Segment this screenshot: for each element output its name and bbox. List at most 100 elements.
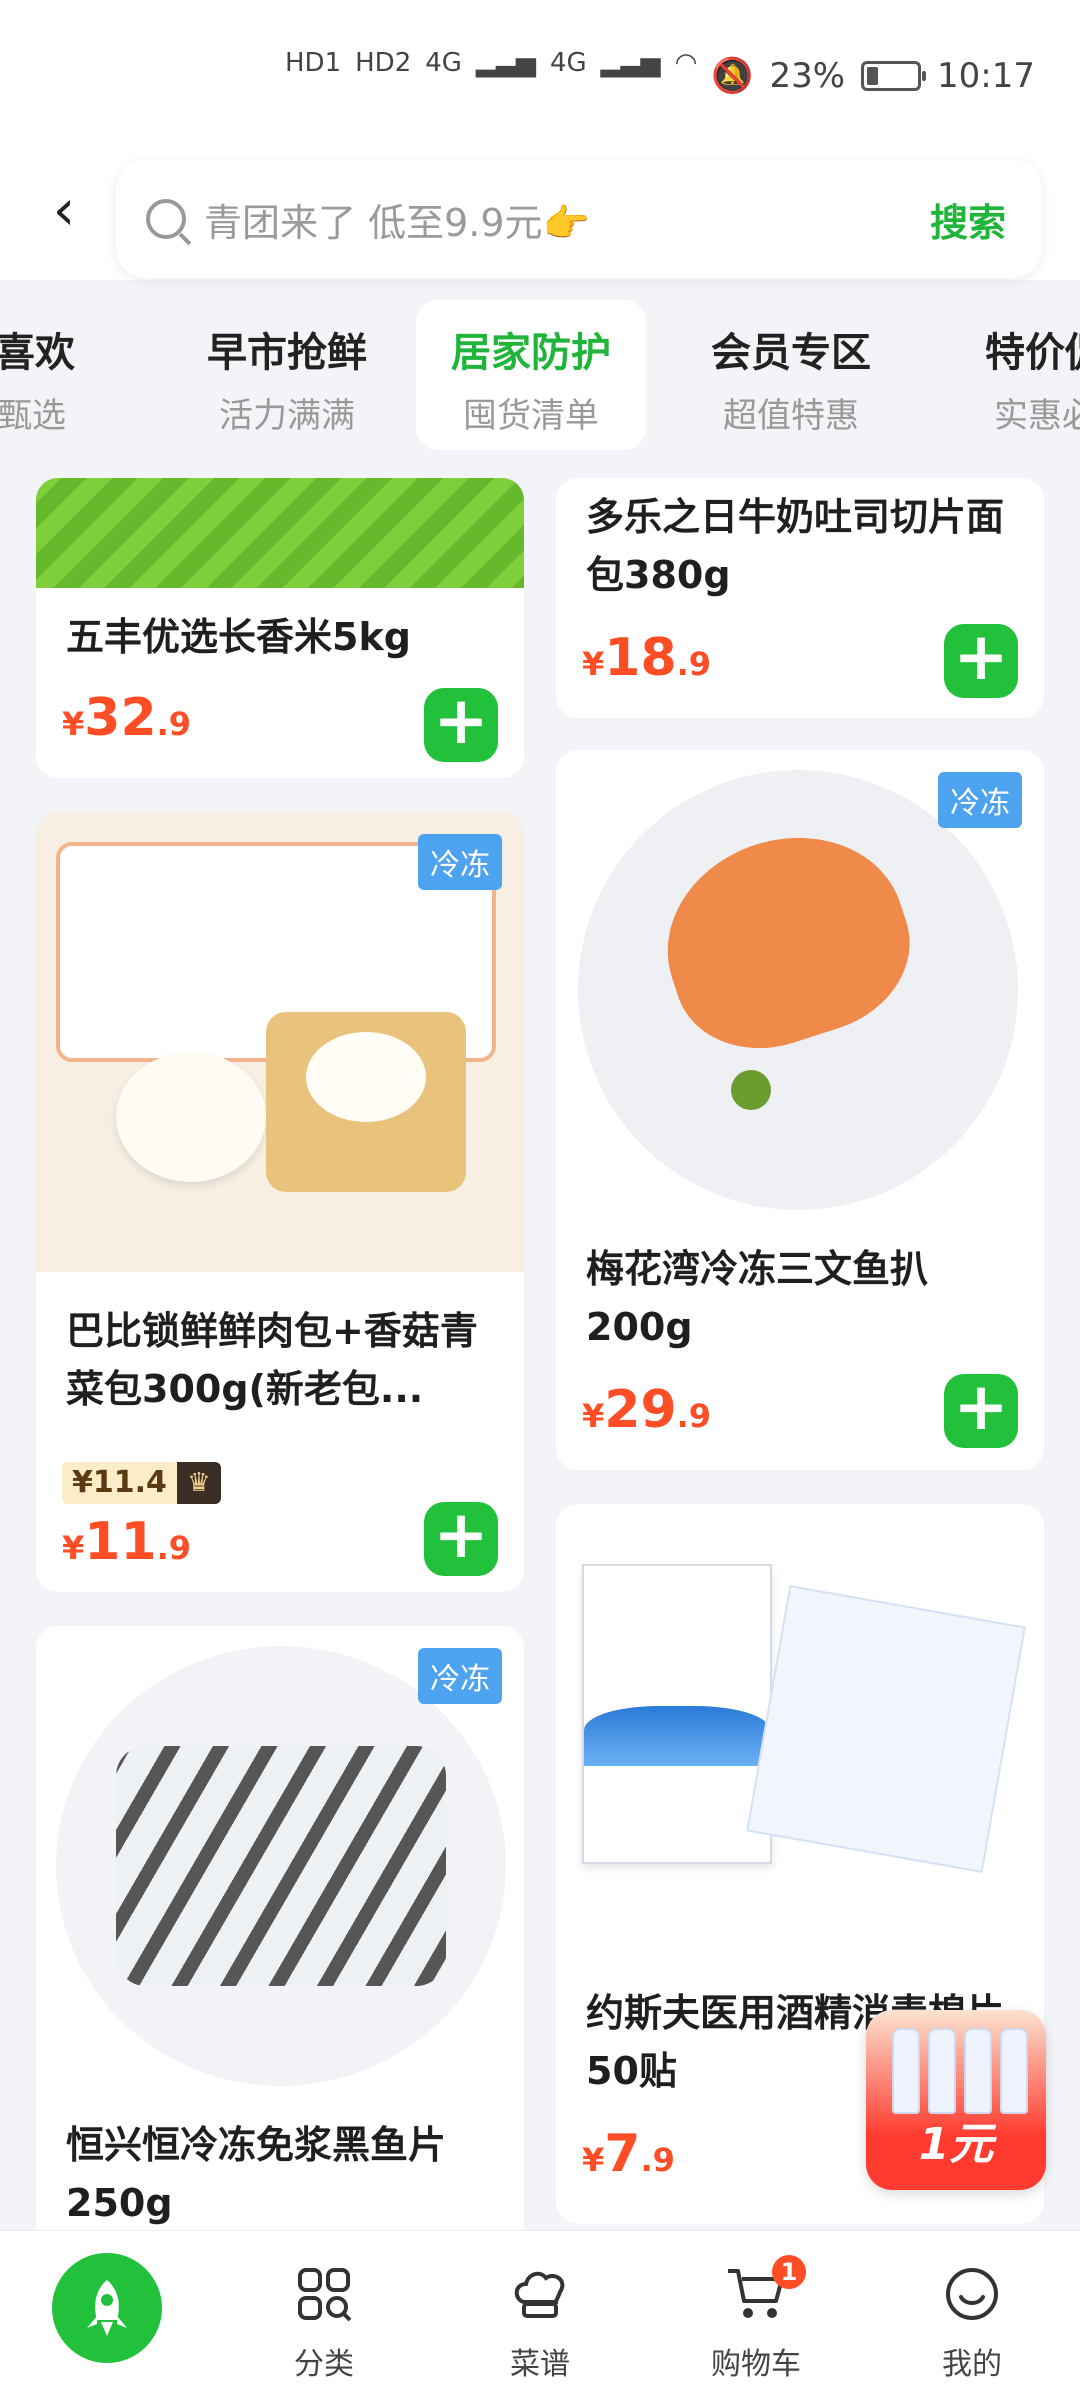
bottle-icon — [892, 2028, 920, 2114]
nav-cart[interactable]: 1 购物车 — [686, 2255, 826, 2383]
product-price: ¥11.9 — [62, 1512, 191, 1572]
header: ‹ 青团来了 低至9.9元👉 搜索 — [0, 150, 1080, 280]
battery-percent: 23% — [769, 56, 846, 96]
product-card-buns[interactable]: 冷冻 巴比锁鲜鲜肉包+香菇青菜包300g(新老包... ¥11.4 ♛ ¥11.… — [36, 812, 524, 1592]
nav-label: 分类 — [294, 2347, 354, 2382]
tab-member-zone[interactable]: 会员专区 超值特惠 — [676, 300, 906, 450]
rice-bag-image — [36, 478, 524, 588]
product-name: 巴比锁鲜鲜肉包+香菇青菜包300g(新老包... — [66, 1309, 478, 1411]
search-icon — [146, 199, 186, 239]
tab-morning-market[interactable]: 早市抢鲜 活力满满 — [172, 300, 402, 450]
search-placeholder: 青团来了 低至9.9元👉 — [204, 200, 590, 245]
frozen-badge: 冷冻 — [938, 772, 1022, 828]
signal-4g-1: 4G — [425, 48, 462, 78]
crown-icon: ♛ — [176, 1462, 221, 1504]
mute-bell-icon: 🔕 — [711, 56, 754, 96]
member-price-tag: ¥11.4 ♛ — [62, 1462, 221, 1504]
product-price: ¥7.9 — [582, 2124, 675, 2184]
add-to-cart-button[interactable]: + — [424, 688, 498, 762]
price-main: 29 — [604, 1380, 677, 1440]
add-to-cart-button[interactable]: + — [944, 1374, 1018, 1448]
nav-label: 菜谱 — [510, 2347, 570, 2382]
price-main: 7 — [604, 2124, 641, 2184]
add-to-cart-button[interactable]: + — [424, 1502, 498, 1576]
bottle-icon — [928, 2028, 956, 2114]
product-card-fish[interactable]: 冷冻 恒兴恒冷冻免浆黑鱼片250g — [36, 1626, 524, 2246]
alcohol-pads-image — [556, 1504, 1044, 1964]
cart-count-badge: 1 — [772, 2255, 806, 2289]
chef-hat-icon — [470, 2259, 610, 2329]
tab-title: 居家防护 — [451, 330, 611, 376]
cart-icon: 1 — [686, 2255, 826, 2329]
currency-symbol: ¥ — [582, 645, 605, 683]
product-price: ¥29.9 — [582, 1380, 711, 1440]
tab-title: 特价促 — [985, 330, 1080, 376]
bottle-icon — [1000, 2028, 1028, 2114]
floating-coupon-button[interactable]: 1元 — [866, 2010, 1046, 2190]
nav-category[interactable]: 分类 — [254, 2259, 394, 2383]
price-decimal: .9 — [676, 1397, 712, 1435]
nav-label: 我的 — [942, 2347, 1002, 2382]
member-price: ¥11.4 — [62, 1462, 177, 1504]
search-bar[interactable]: 青团来了 低至9.9元👉 搜索 — [116, 160, 1042, 278]
bottle-icon — [964, 2028, 992, 2114]
price-decimal: .9 — [640, 2141, 675, 2179]
tab-subtitle: 囤货清单 — [463, 396, 599, 436]
product-name: 梅花湾冷冻三文鱼扒200g — [586, 1247, 929, 1349]
currency-symbol: ¥ — [582, 1397, 605, 1435]
tab-subtitle: 超值特惠 — [723, 396, 859, 436]
bottom-nav: 分类 菜谱 1 购物车 我的 — [0, 2230, 1080, 2400]
network-indicators: HD1 HD2 4G ▂▃▅ 4G ▂▃▅ ◠ — [285, 48, 697, 78]
tab-subtitle: 实惠必 — [994, 396, 1080, 436]
tab-you-like[interactable]: 你喜欢 气甄选 — [0, 300, 130, 450]
home-rocket-button[interactable] — [52, 2253, 162, 2363]
price-main: 32 — [84, 688, 157, 748]
product-card-salmon[interactable]: 冷冻 梅花湾冷冻三文鱼扒200g ¥29.9 + — [556, 750, 1044, 1470]
search-button[interactable]: 搜索 — [930, 192, 1006, 247]
clock: 10:17 — [937, 56, 1035, 96]
price-decimal: .9 — [156, 1529, 192, 1567]
category-tabs: 你喜欢 气甄选 早市抢鲜 活力满满 居家防护 囤货清单 会员专区 超值特惠 特价… — [0, 290, 1080, 470]
currency-symbol: ¥ — [62, 1529, 85, 1567]
nav-profile[interactable]: 我的 — [902, 2259, 1042, 2383]
tab-home-protection[interactable]: 居家防护 囤货清单 — [416, 300, 646, 450]
signal-bars-icon: ▂▃▅ — [475, 48, 536, 78]
status-right: 🔕 23% 10:17 — [711, 56, 1035, 96]
back-arrow-icon[interactable]: ‹ — [34, 178, 94, 243]
tab-title: 你喜欢 — [0, 330, 75, 376]
hd-indicator-2: HD2 — [355, 48, 412, 78]
tab-title: 早市抢鲜 — [207, 330, 367, 376]
frozen-badge: 冷冻 — [418, 834, 502, 890]
tab-subtitle: 活力满满 — [219, 396, 355, 436]
currency-symbol: ¥ — [582, 2141, 605, 2179]
tab-title: 会员专区 — [711, 330, 871, 376]
product-name: 恒兴恒冷冻免浆黑鱼片250g — [66, 2123, 447, 2225]
tab-special-offer[interactable]: 特价促 实惠必 — [930, 300, 1080, 450]
product-card-bread[interactable]: 多乐之日牛奶吐司切片面包380g ¥18.9 + — [556, 478, 1044, 718]
grid-search-icon — [254, 2259, 394, 2329]
product-price: ¥18.9 — [582, 628, 711, 688]
signal-bars-icon-2: ▂▃▅ — [600, 48, 661, 78]
tab-subtitle: 气甄选 — [0, 396, 66, 436]
nav-label: 购物车 — [711, 2347, 801, 2382]
price-main: 11 — [84, 1512, 157, 1572]
signal-4g-2: 4G — [549, 48, 587, 78]
rocket-icon — [87, 2280, 127, 2336]
price-decimal: .9 — [156, 705, 192, 743]
hd-indicator-1: HD1 — [285, 48, 342, 78]
status-bar: HD1 HD2 4G ▂▃▅ 4G ▂▃▅ ◠ 🔕 23% 10:17 — [0, 0, 1080, 150]
battery-icon — [861, 61, 927, 91]
smile-face-icon — [902, 2259, 1042, 2329]
currency-symbol: ¥ — [62, 705, 85, 743]
product-price: ¥32.9 — [62, 688, 191, 748]
wifi-icon: ◠ — [674, 48, 698, 78]
nav-recipes[interactable]: 菜谱 — [470, 2259, 610, 2383]
price-main: 18 — [604, 628, 677, 688]
add-to-cart-button[interactable]: + — [944, 624, 1018, 698]
price-decimal: .9 — [676, 645, 712, 683]
product-name: 五丰优选长香米5kg — [66, 615, 411, 659]
coupon-text: 1元 — [918, 2119, 994, 2170]
frozen-badge: 冷冻 — [418, 1648, 502, 1704]
product-name: 多乐之日牛奶吐司切片面包380g — [586, 495, 1005, 597]
product-card-rice[interactable]: 五丰优选长香米5kg ¥32.9 + — [36, 478, 524, 778]
